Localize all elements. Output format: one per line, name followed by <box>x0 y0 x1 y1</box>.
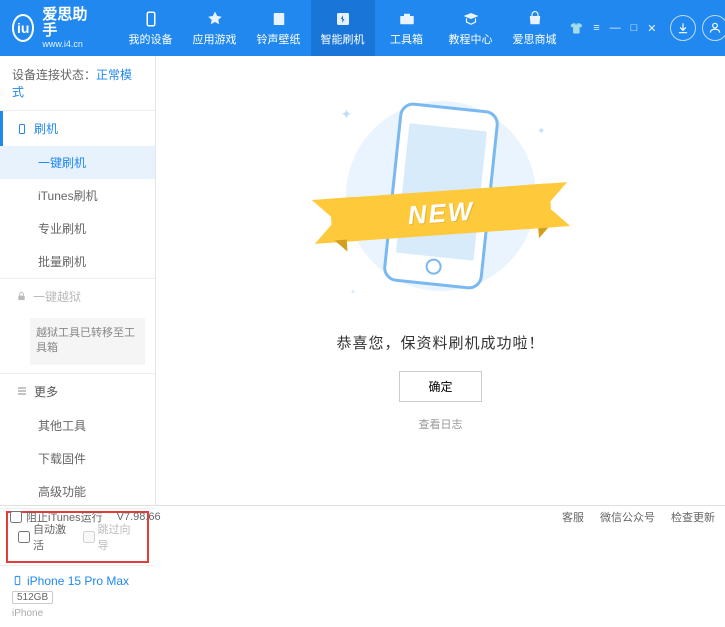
menu-icon <box>16 385 28 397</box>
main-content: ✦ ✦ + NEW 恭喜您，保资料刷机成功啦！ 确定 查看日志 <box>156 56 725 505</box>
skip-guide-checkbox[interactable]: 跳过向导 <box>83 521 138 553</box>
sidebar-item-oneclick[interactable]: 一键刷机 <box>0 146 155 179</box>
device-status: 设备连接状态：正常模式 <box>0 56 155 111</box>
store-icon <box>525 10 545 28</box>
close-button[interactable]: ✕ <box>644 20 659 37</box>
window-controls: 👕 ≡ — □ ✕ <box>567 20 660 37</box>
phone-small-icon <box>12 575 23 586</box>
nav-tutorials[interactable]: 教程中心 <box>439 0 503 56</box>
minimize-button[interactable]: — <box>607 20 624 37</box>
nav-ringtones[interactable]: 铃声壁纸 <box>247 0 311 56</box>
app-title: 爱思助手 <box>42 7 88 40</box>
ribbon-text: NEW <box>406 195 475 231</box>
device-storage: 512GB <box>12 591 53 604</box>
skin-button[interactable]: 👕 <box>567 20 587 37</box>
flash-icon <box>333 10 353 28</box>
jailbreak-note: 越狱工具已转移至工具箱 <box>30 318 145 365</box>
device-info: iPhone 15 Pro Max 512GB iPhone <box>0 565 155 627</box>
sidebar-item-itunes[interactable]: iTunes刷机 <box>0 179 155 212</box>
sidebar-item-firmware[interactable]: 下载固件 <box>0 442 155 475</box>
maximize-button[interactable]: □ <box>628 20 641 37</box>
menu-button[interactable]: ≡ <box>590 20 602 37</box>
top-nav: 我的设备 应用游戏 铃声壁纸 智能刷机 工具箱 教程中心 爱思商城 <box>119 0 567 56</box>
lock-icon <box>16 291 27 302</box>
auto-activate-checkbox[interactable]: 自动激活 <box>18 521 73 553</box>
nav-store[interactable]: 爱思商城 <box>503 0 567 56</box>
nav-apps[interactable]: 应用游戏 <box>183 0 247 56</box>
sidebar-item-batch[interactable]: 批量刷机 <box>0 245 155 278</box>
device-type: iPhone <box>12 608 143 619</box>
device-name[interactable]: iPhone 15 Pro Max <box>12 574 143 588</box>
ok-button[interactable]: 确定 <box>399 371 481 402</box>
section-more[interactable]: 更多 <box>0 374 155 409</box>
section-flash[interactable]: 刷机 <box>0 111 155 146</box>
nav-flash[interactable]: 智能刷机 <box>311 0 375 56</box>
app-logo: iu 爱思助手 www.i4.cn <box>12 7 89 50</box>
sidebar: 设备连接状态：正常模式 刷机 一键刷机 iTunes刷机 专业刷机 批量刷机 一… <box>0 56 156 505</box>
sidebar-item-other[interactable]: 其他工具 <box>0 409 155 442</box>
logo-icon: iu <box>12 14 34 42</box>
section-jailbreak: 一键越狱 <box>0 279 155 314</box>
device-icon <box>141 10 161 28</box>
ringtone-icon <box>269 10 289 28</box>
success-message: 恭喜您，保资料刷机成功啦！ <box>336 332 544 353</box>
support-link[interactable]: 客服 <box>562 509 584 525</box>
app-url: www.i4.cn <box>42 40 88 50</box>
view-log-link[interactable]: 查看日志 <box>419 416 463 432</box>
user-button[interactable] <box>702 15 725 41</box>
download-button[interactable] <box>670 15 696 41</box>
toolbox-icon <box>397 10 417 28</box>
tutorial-icon <box>461 10 481 28</box>
phone-icon <box>16 123 28 135</box>
sidebar-item-advanced[interactable]: 高级功能 <box>0 475 155 508</box>
nav-my-device[interactable]: 我的设备 <box>119 0 183 56</box>
nav-toolbox[interactable]: 工具箱 <box>375 0 439 56</box>
block-itunes-checkbox[interactable]: 阻止iTunes运行 <box>10 509 103 525</box>
success-illustration: ✦ ✦ + NEW <box>356 96 526 306</box>
wechat-link[interactable]: 微信公众号 <box>600 509 655 525</box>
apps-icon <box>205 10 225 28</box>
sidebar-item-pro[interactable]: 专业刷机 <box>0 212 155 245</box>
version-label: V7.98.66 <box>117 511 161 523</box>
update-link[interactable]: 检查更新 <box>671 509 715 525</box>
